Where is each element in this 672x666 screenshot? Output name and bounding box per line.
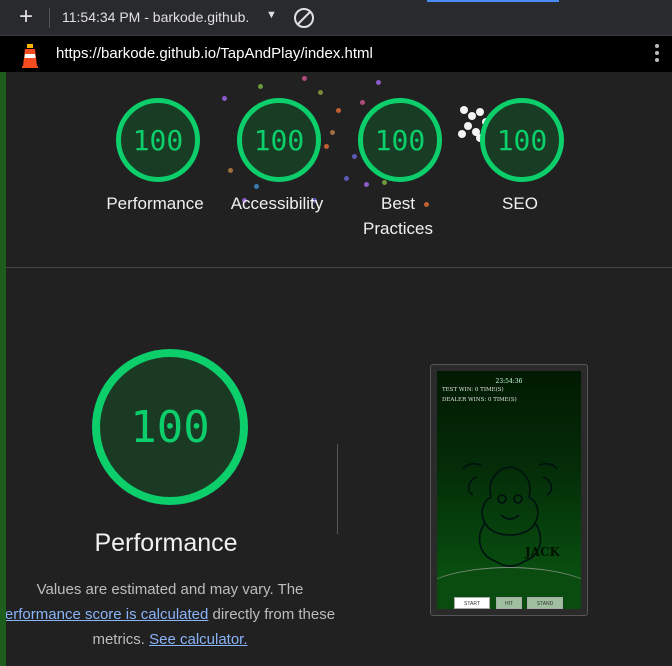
tab-bar: + 11:54:34 PM - barkode.github. ▼: [0, 0, 672, 36]
final-screenshot: 23:54:36 TEST WIN: 0 TIME(S) DEALER WINS…: [430, 364, 588, 616]
lighthouse-icon: [22, 44, 38, 68]
dealer-wins: DEALER WINS: 0 TIME(S): [442, 397, 517, 403]
score-calculated-link[interactable]: erformance score is calculated: [6, 606, 208, 623]
confetti-dot: [330, 130, 335, 135]
caret-down-icon[interactable]: ▼: [266, 9, 277, 21]
block-icon[interactable]: [294, 8, 314, 28]
confetti-dot: [382, 180, 387, 185]
gauge-label-performance: Performance: [106, 194, 204, 213]
confetti-dot: [254, 184, 259, 189]
lighthouse-report: 100 Performance 100 Accessibility 100 Be…: [6, 72, 672, 666]
performance-note: Values are estimated and may vary. The e…: [6, 577, 340, 652]
confetti-dot: [324, 144, 329, 149]
confetti-dot: [222, 96, 227, 101]
joker-logo-icon: [462, 462, 558, 567]
address-bar: https://barkode.github.io/TapAndPlay/ind…: [0, 36, 672, 72]
stand-button: STAND: [527, 597, 563, 609]
confetti-dot: [302, 76, 307, 81]
tab-title[interactable]: 11:54:34 PM - barkode.github.: [62, 9, 249, 25]
confetti-dot: [336, 108, 341, 113]
more-vert-icon[interactable]: [654, 44, 660, 64]
confetti-dot: [376, 80, 381, 85]
confetti-dot: [458, 130, 466, 138]
gauge-label-seo: SEO: [502, 194, 538, 213]
hit-button: HIT: [496, 597, 522, 609]
tab-divider: [49, 8, 50, 28]
score-value: 100: [496, 123, 548, 157]
confetti-dot: [352, 154, 357, 159]
confetti-dot: [258, 84, 263, 89]
url-text[interactable]: https://barkode.github.io/TapAndPlay/ind…: [56, 45, 373, 62]
start-button: START: [454, 597, 490, 609]
confetti-dot: [468, 112, 476, 120]
gauge-label-accessibility: Accessibility: [230, 194, 324, 213]
note-text-start: Values are estimated and may vary. The: [36, 581, 304, 598]
confetti-dot: [318, 90, 323, 95]
confetti-dot: [460, 106, 468, 114]
gauge-best-practices[interactable]: 100: [358, 98, 442, 182]
score-value: 100: [132, 123, 184, 157]
column-divider: [337, 444, 338, 534]
confetti-dot: [464, 122, 472, 130]
performance-title: Performance: [94, 529, 238, 557]
confetti-dot: [364, 182, 369, 187]
see-calculator-link[interactable]: See calculator.: [149, 631, 247, 648]
player-wins: TEST WIN: 0 TIME(S): [442, 387, 504, 393]
gauge-seo[interactable]: 100: [480, 98, 564, 182]
active-indicator: [427, 0, 559, 2]
confetti-dot: [228, 168, 233, 173]
logo-text: JACK: [525, 545, 560, 559]
plus-icon[interactable]: +: [14, 5, 38, 29]
gauge-label-best-practices: Best Practices: [363, 194, 433, 238]
confetti-dot: [344, 176, 349, 181]
performance-gauge-large: 100: [92, 349, 248, 505]
game-clock: 23:54:36: [495, 378, 523, 385]
section-divider: [6, 267, 672, 268]
confetti-dot: [476, 108, 484, 116]
score-value: 100: [374, 123, 426, 157]
game-screen: 23:54:36 TEST WIN: 0 TIME(S) DEALER WINS…: [437, 371, 581, 609]
score-value: 100: [253, 123, 305, 157]
gauge-performance[interactable]: 100: [116, 98, 200, 182]
performance-score: 100: [130, 401, 210, 453]
gauge-accessibility[interactable]: 100: [237, 98, 321, 182]
